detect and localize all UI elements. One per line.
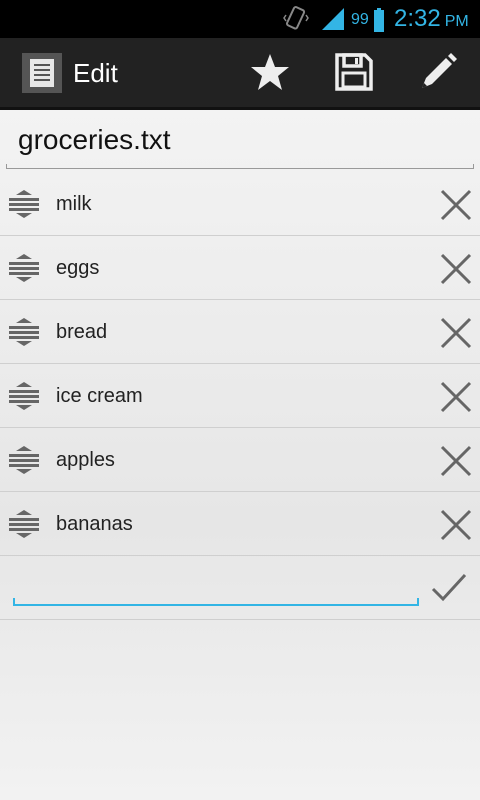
- close-icon: [440, 189, 472, 221]
- action-bar: Edit: [0, 38, 480, 110]
- delete-item-button[interactable]: [438, 187, 474, 223]
- editor-content: groceries.txt milk eggs bread ice cream …: [0, 110, 480, 800]
- filename-underline: [6, 164, 474, 169]
- clock-time: 2:32: [394, 5, 441, 32]
- list-item[interactable]: apples: [0, 428, 480, 492]
- battery-icon: [374, 8, 384, 36]
- drag-handle-icon[interactable]: [8, 254, 40, 286]
- delete-item-button[interactable]: [438, 507, 474, 543]
- close-icon: [440, 381, 472, 413]
- input-underline: [13, 598, 419, 606]
- filename-field[interactable]: groceries.txt: [18, 124, 171, 156]
- checkmark-icon: [431, 573, 467, 602]
- list-item[interactable]: milk: [0, 172, 480, 236]
- drag-handle-icon[interactable]: [8, 510, 40, 542]
- clock-ampm: PM: [444, 13, 469, 30]
- close-icon: [440, 509, 472, 541]
- item-label: bananas: [56, 513, 133, 535]
- signal-icon: [320, 7, 346, 35]
- save-button[interactable]: [326, 48, 382, 100]
- close-icon: [440, 317, 472, 349]
- delete-item-button[interactable]: [438, 315, 474, 351]
- item-label: apples: [56, 449, 115, 471]
- new-item-row: [0, 556, 480, 620]
- vibrate-icon: [282, 5, 310, 37]
- close-icon: [440, 253, 472, 285]
- favorite-button[interactable]: [242, 48, 298, 100]
- close-icon: [440, 445, 472, 477]
- drag-handle-icon[interactable]: [8, 382, 40, 414]
- list-item[interactable]: ice cream: [0, 364, 480, 428]
- item-list: milk eggs bread ice cream apples bananas: [0, 172, 480, 620]
- drag-handle-icon[interactable]: [8, 190, 40, 222]
- list-item[interactable]: bread: [0, 300, 480, 364]
- delete-item-button[interactable]: [438, 379, 474, 415]
- drag-handle-icon[interactable]: [8, 446, 40, 478]
- drag-handle-icon[interactable]: [8, 318, 40, 350]
- confirm-add-button[interactable]: [430, 570, 468, 606]
- save-icon: [335, 53, 373, 95]
- item-label: eggs: [56, 257, 100, 279]
- document-icon[interactable]: [22, 53, 62, 97]
- delete-item-button[interactable]: [438, 443, 474, 479]
- list-item[interactable]: bananas: [0, 492, 480, 556]
- item-label: milk: [56, 193, 92, 215]
- clock: 2:32 PM: [394, 5, 469, 33]
- edit-button[interactable]: [410, 48, 466, 100]
- pencil-icon: [418, 52, 458, 96]
- star-icon: [250, 52, 290, 96]
- page-title: Edit: [73, 58, 118, 88]
- item-label: bread: [56, 321, 108, 343]
- status-bar: 99 2:32 PM: [0, 0, 480, 38]
- item-label: ice cream: [56, 385, 143, 407]
- delete-item-button[interactable]: [438, 251, 474, 287]
- battery-level: 99: [351, 11, 369, 28]
- list-item[interactable]: eggs: [0, 236, 480, 300]
